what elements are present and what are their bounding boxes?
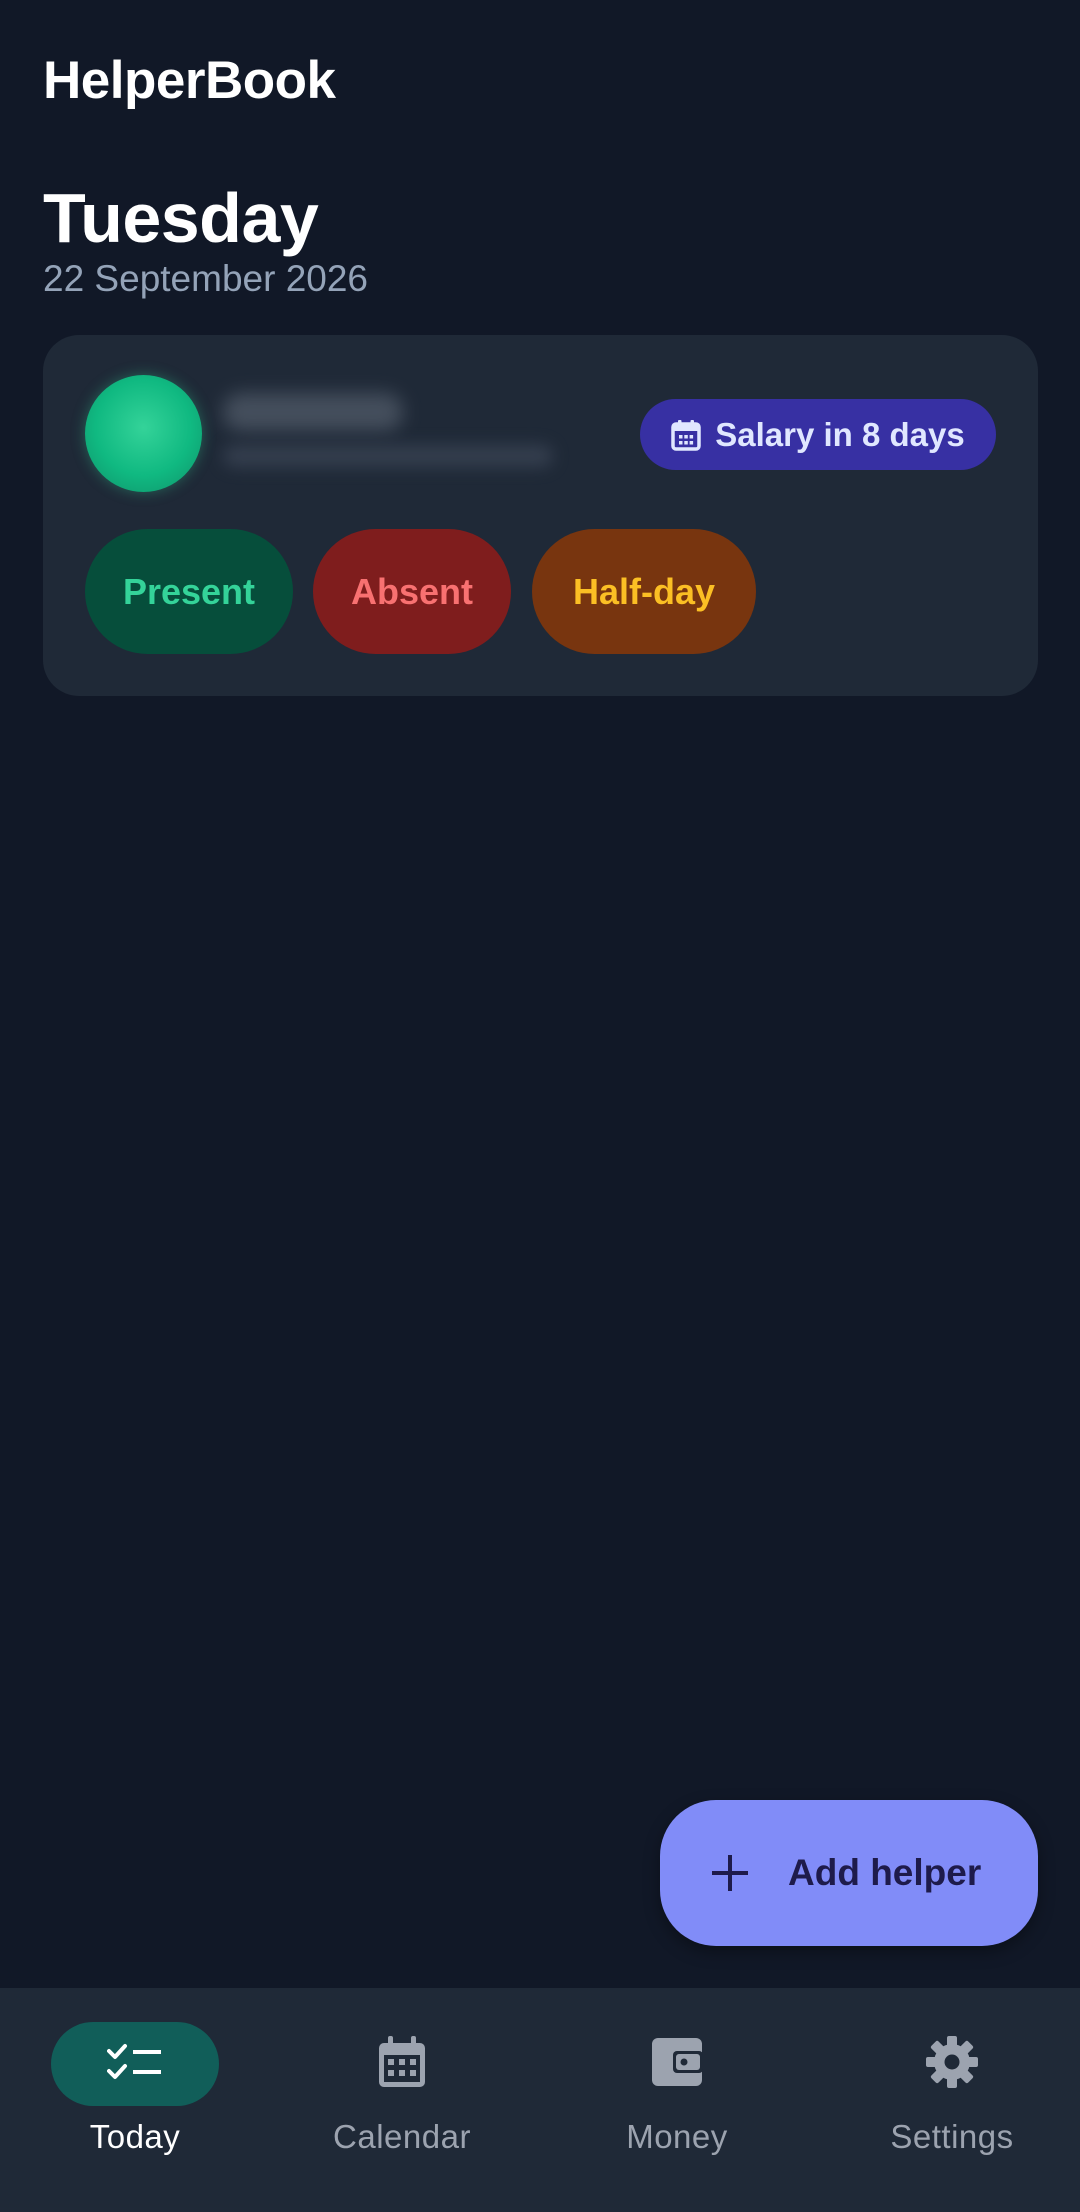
nav-item-settings[interactable]: Settings [817,1988,1080,2212]
half-day-button[interactable]: Half-day [532,529,756,654]
nav-settings-pill [868,2022,1036,2106]
helper-card[interactable]: Salary in 8 days Present Absent Half-day [43,335,1038,696]
gear-icon [925,2035,979,2094]
date-subtitle: 22 September 2026 [43,258,369,299]
nav-settings-label: Settings [890,2118,1014,2155]
salary-chip-label: Salary in 8 days [715,415,965,453]
nav-calendar-pill [318,2022,486,2106]
nav-money-label: Money [626,2118,728,2155]
nav-item-money[interactable]: Money [542,1988,812,2212]
plus-icon [710,1853,750,1893]
nav-today-pill [51,2022,219,2106]
nav-item-today[interactable]: Today [0,1988,270,2212]
app-screen: HelperBook Tuesday 22 September 2026 Sal… [0,0,1080,2212]
absent-button[interactable]: Absent [313,529,511,654]
present-button[interactable]: Present [85,529,293,654]
day-title: Tuesday [43,179,319,257]
nav-today-label: Today [89,2118,181,2155]
helper-name-redacted [223,393,403,431]
calendar-icon [671,419,701,451]
helper-detail-redacted [223,445,553,467]
avatar[interactable] [85,375,202,492]
nav-money-pill [593,2022,761,2106]
calendar-icon [377,2035,427,2094]
add-helper-label: Add helper [788,1852,982,1893]
nav-calendar-label: Calendar [333,2118,471,2155]
app-title: HelperBook [43,51,336,110]
bottom-navigation: Today Calendar Money Settings [0,1988,1080,2212]
salary-chip[interactable]: Salary in 8 days [640,399,996,470]
checklist-icon [107,2042,163,2087]
nav-item-calendar[interactable]: Calendar [267,1988,537,2212]
add-helper-button[interactable]: Add helper [660,1800,1038,1946]
wallet-icon [651,2037,703,2092]
